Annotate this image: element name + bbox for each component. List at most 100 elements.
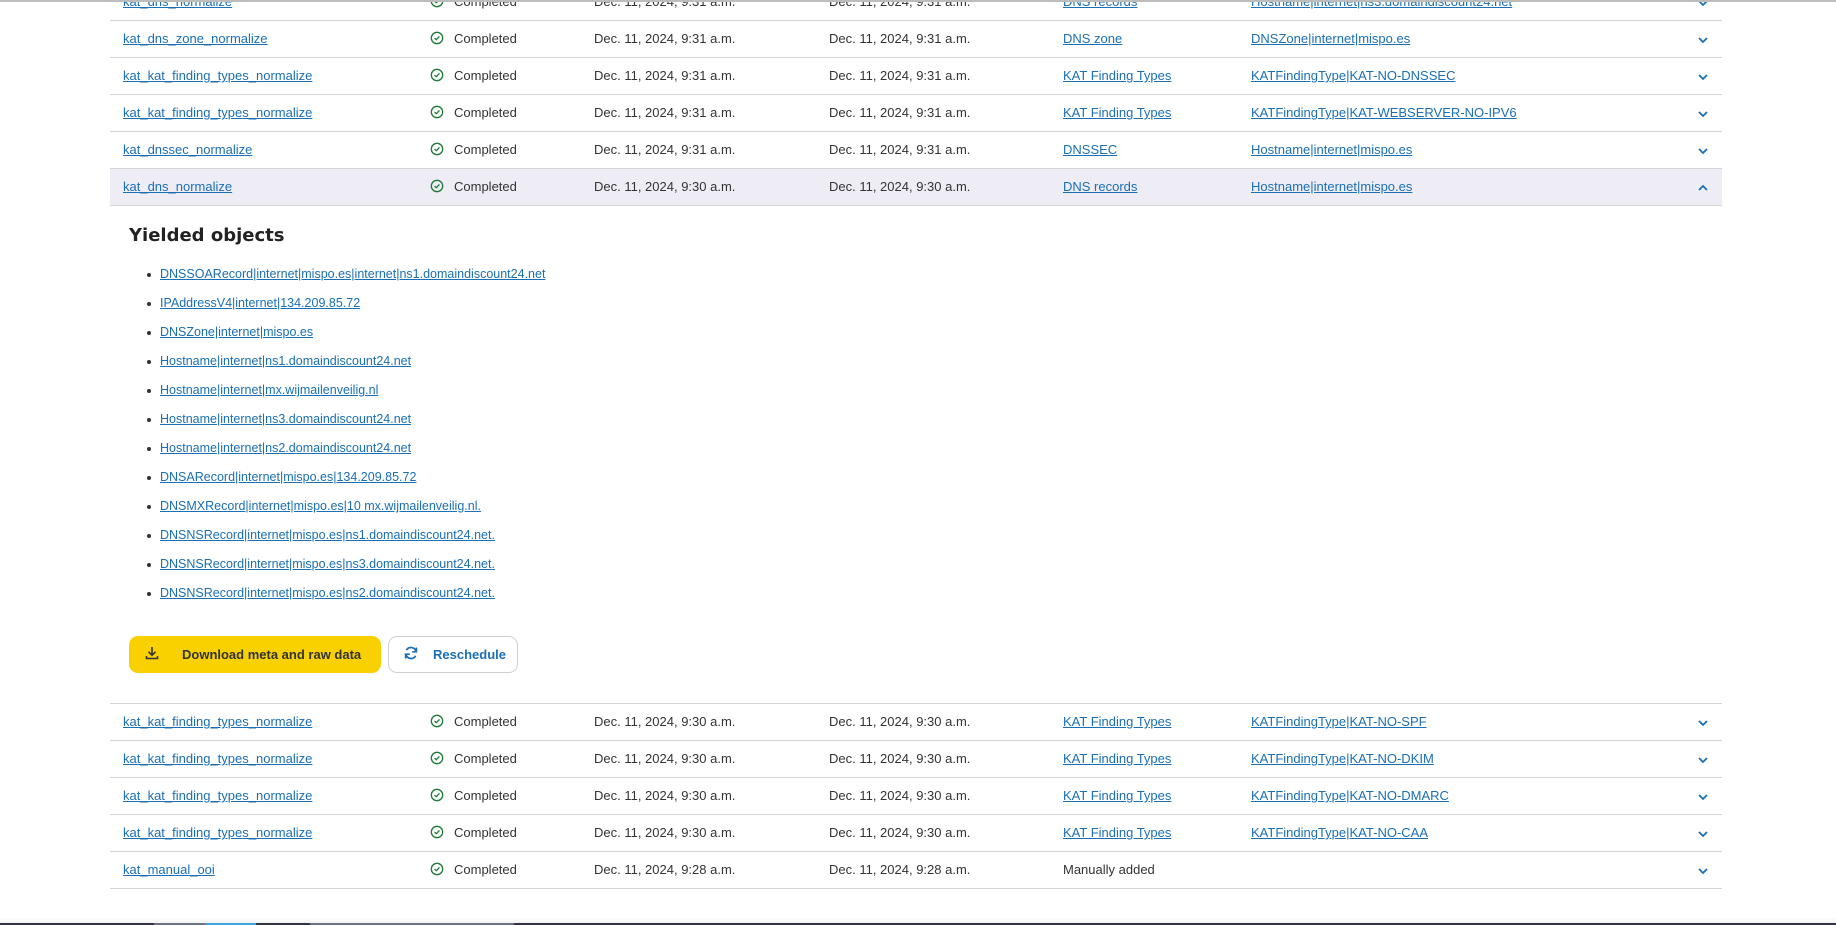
table-row[interactable]: kat_kat_finding_types_normalize Complete… [110, 741, 1722, 778]
yielded-object-link[interactable]: Hostname|internet|mx.wijmailenveilig.nl [160, 383, 378, 397]
created-date: Dec. 11, 2024, 9:30 a.m. [594, 825, 736, 840]
created-date: Dec. 11, 2024, 9:30 a.m. [594, 714, 736, 729]
normalizer-link[interactable]: kat_kat_finding_types_normalize [123, 788, 312, 803]
status-label: Completed [454, 714, 517, 729]
table-row[interactable]: kat_manual_ooi Completed Dec. 11, 2024, … [110, 852, 1722, 889]
status-label: Completed [454, 31, 517, 46]
boefje-link[interactable]: KAT Finding Types [1063, 825, 1171, 840]
status-label: Completed [454, 105, 517, 120]
reschedule-label: Reschedule [433, 647, 506, 662]
boefje-link[interactable]: KAT Finding Types [1063, 68, 1171, 83]
expand-row-button[interactable] [1688, 778, 1718, 814]
created-date: Dec. 11, 2024, 9:31 a.m. [594, 0, 736, 9]
yielded-object-item: DNSZone|internet|mispo.es [146, 318, 545, 347]
window-top-edge [0, 0, 1836, 2]
expand-row-button[interactable] [1688, 741, 1718, 777]
check-circle-icon [430, 31, 454, 46]
yielded-object-link[interactable]: DNSNSRecord|internet|mispo.es|ns1.domain… [160, 528, 495, 542]
boefje-link[interactable]: KAT Finding Types [1063, 751, 1171, 766]
yielded-object-link[interactable]: Hostname|internet|ns2.domaindiscount24.n… [160, 441, 411, 455]
collapse-row-button[interactable] [1688, 169, 1718, 205]
yielded-object-item: DNSSOARecord|internet|mispo.es|internet|… [146, 260, 545, 289]
created-date: Dec. 11, 2024, 9:31 a.m. [594, 105, 736, 120]
normalizer-link[interactable]: kat_dns_normalize [123, 179, 232, 194]
normalizer-link[interactable]: kat_dnssec_normalize [123, 142, 252, 157]
yielded-object-link[interactable]: DNSNSRecord|internet|mispo.es|ns2.domain… [160, 586, 495, 600]
table-row[interactable]: kat_dns_normalize Completed Dec. 11, 202… [110, 169, 1722, 206]
input-ooi-link[interactable]: DNSZone|internet|mispo.es [1251, 31, 1410, 46]
input-ooi-link[interactable]: KATFindingType|KAT-NO-DMARC [1251, 788, 1449, 803]
table-row[interactable]: kat_dnssec_normalize Completed Dec. 11, … [110, 132, 1722, 169]
table-row[interactable]: kat_dns_normalize Completed Dec. 11, 202… [110, 0, 1722, 21]
normalizer-link[interactable]: kat_kat_finding_types_normalize [123, 68, 312, 83]
status-badge: Completed [430, 778, 517, 814]
check-circle-icon [430, 68, 454, 83]
table-row[interactable]: kat_kat_finding_types_normalize Complete… [110, 95, 1722, 132]
input-ooi-link[interactable]: Hostname|internet|mispo.es [1251, 179, 1412, 194]
check-circle-icon [430, 751, 454, 766]
chevron-down-icon [1697, 142, 1709, 157]
expand-row-button[interactable] [1688, 132, 1718, 168]
table-row[interactable]: kat_dns_zone_normalize Completed Dec. 11… [110, 21, 1722, 58]
input-ooi-link[interactable]: KATFindingType|KAT-NO-DKIM [1251, 751, 1434, 766]
normalizer-link[interactable]: kat_manual_ooi [123, 862, 215, 877]
yielded-object-link[interactable]: IPAddressV4|internet|134.209.85.72 [160, 296, 360, 310]
normalizer-link[interactable]: kat_kat_finding_types_normalize [123, 751, 312, 766]
input-ooi-link[interactable]: Hostname|internet|mispo.es [1251, 142, 1412, 157]
expand-row-button[interactable] [1688, 852, 1718, 888]
created-date: Dec. 11, 2024, 9:30 a.m. [594, 751, 736, 766]
modified-date: Dec. 11, 2024, 9:30 a.m. [829, 825, 971, 840]
table-row[interactable]: kat_kat_finding_types_normalize Complete… [110, 778, 1722, 815]
yielded-object-item: DNSNSRecord|internet|mispo.es|ns3.domain… [146, 550, 545, 579]
modified-date: Dec. 11, 2024, 9:30 a.m. [829, 179, 971, 194]
input-ooi-link[interactable]: KATFindingType|KAT-WEBSERVER-NO-IPV6 [1251, 105, 1517, 120]
input-ooi-link[interactable]: KATFindingType|KAT-NO-SPF [1251, 714, 1427, 729]
yielded-object-link[interactable]: DNSMXRecord|internet|mispo.es|10 mx.wijm… [160, 499, 481, 513]
boefje-link[interactable]: DNS records [1063, 179, 1137, 194]
boefje-link[interactable]: DNSSEC [1063, 142, 1117, 157]
yielded-object-item: DNSMXRecord|internet|mispo.es|10 mx.wijm… [146, 492, 545, 521]
normalizer-link[interactable]: kat_dns_zone_normalize [123, 31, 268, 46]
table-row[interactable]: kat_kat_finding_types_normalize Complete… [110, 58, 1722, 95]
yielded-object-link[interactable]: DNSSOARecord|internet|mispo.es|internet|… [160, 267, 545, 281]
chevron-down-icon [1697, 68, 1709, 83]
status-badge: Completed [430, 741, 517, 777]
yielded-object-link[interactable]: DNSNSRecord|internet|mispo.es|ns3.domain… [160, 557, 495, 571]
chevron-down-icon [1697, 105, 1709, 120]
yielded-object-link[interactable]: Hostname|internet|ns1.domaindiscount24.n… [160, 354, 411, 368]
download-meta-raw-button[interactable]: Download meta and raw data [129, 636, 381, 673]
normalizer-link[interactable]: kat_kat_finding_types_normalize [123, 105, 312, 120]
status-label: Completed [454, 788, 517, 803]
boefje-link[interactable]: KAT Finding Types [1063, 788, 1171, 803]
input-ooi-link[interactable]: KATFindingType|KAT-NO-DNSSEC [1251, 68, 1455, 83]
expand-row-button[interactable] [1688, 58, 1718, 94]
created-date: Dec. 11, 2024, 9:30 a.m. [594, 179, 736, 194]
expand-row-button[interactable] [1688, 95, 1718, 131]
boefje-link[interactable]: KAT Finding Types [1063, 105, 1171, 120]
reschedule-button[interactable]: Reschedule [388, 636, 518, 673]
expand-row-button[interactable] [1688, 815, 1718, 851]
boefje-link[interactable]: KAT Finding Types [1063, 714, 1171, 729]
modified-date: Dec. 11, 2024, 9:30 a.m. [829, 751, 971, 766]
tasks-table: kat_dns_normalize Completed Dec. 11, 202… [110, 0, 1722, 889]
boefje-link[interactable]: DNS zone [1063, 31, 1122, 46]
status-label: Completed [454, 751, 517, 766]
expand-row-button[interactable] [1688, 0, 1718, 20]
yielded-object-link[interactable]: DNSARecord|internet|mispo.es|134.209.85.… [160, 470, 416, 484]
status-badge: Completed [430, 815, 517, 851]
yielded-object-link[interactable]: Hostname|internet|ns3.domaindiscount24.n… [160, 412, 411, 426]
yielded-object-link[interactable]: DNSZone|internet|mispo.es [160, 325, 313, 339]
status-label: Completed [454, 179, 517, 194]
input-ooi-link[interactable]: KATFindingType|KAT-NO-CAA [1251, 825, 1428, 840]
yielded-objects-heading: Yielded objects [129, 225, 285, 246]
table-row[interactable]: kat_kat_finding_types_normalize Complete… [110, 704, 1722, 741]
expand-row-button[interactable] [1688, 21, 1718, 57]
yielded-object-item: Hostname|internet|ns1.domaindiscount24.n… [146, 347, 545, 376]
normalizer-link[interactable]: kat_kat_finding_types_normalize [123, 714, 312, 729]
yielded-object-item: IPAddressV4|internet|134.209.85.72 [146, 289, 545, 318]
status-badge: Completed [430, 704, 517, 740]
yielded-object-item: Hostname|internet|ns3.domaindiscount24.n… [146, 405, 545, 434]
table-row[interactable]: kat_kat_finding_types_normalize Complete… [110, 815, 1722, 852]
expand-row-button[interactable] [1688, 704, 1718, 740]
normalizer-link[interactable]: kat_kat_finding_types_normalize [123, 825, 312, 840]
